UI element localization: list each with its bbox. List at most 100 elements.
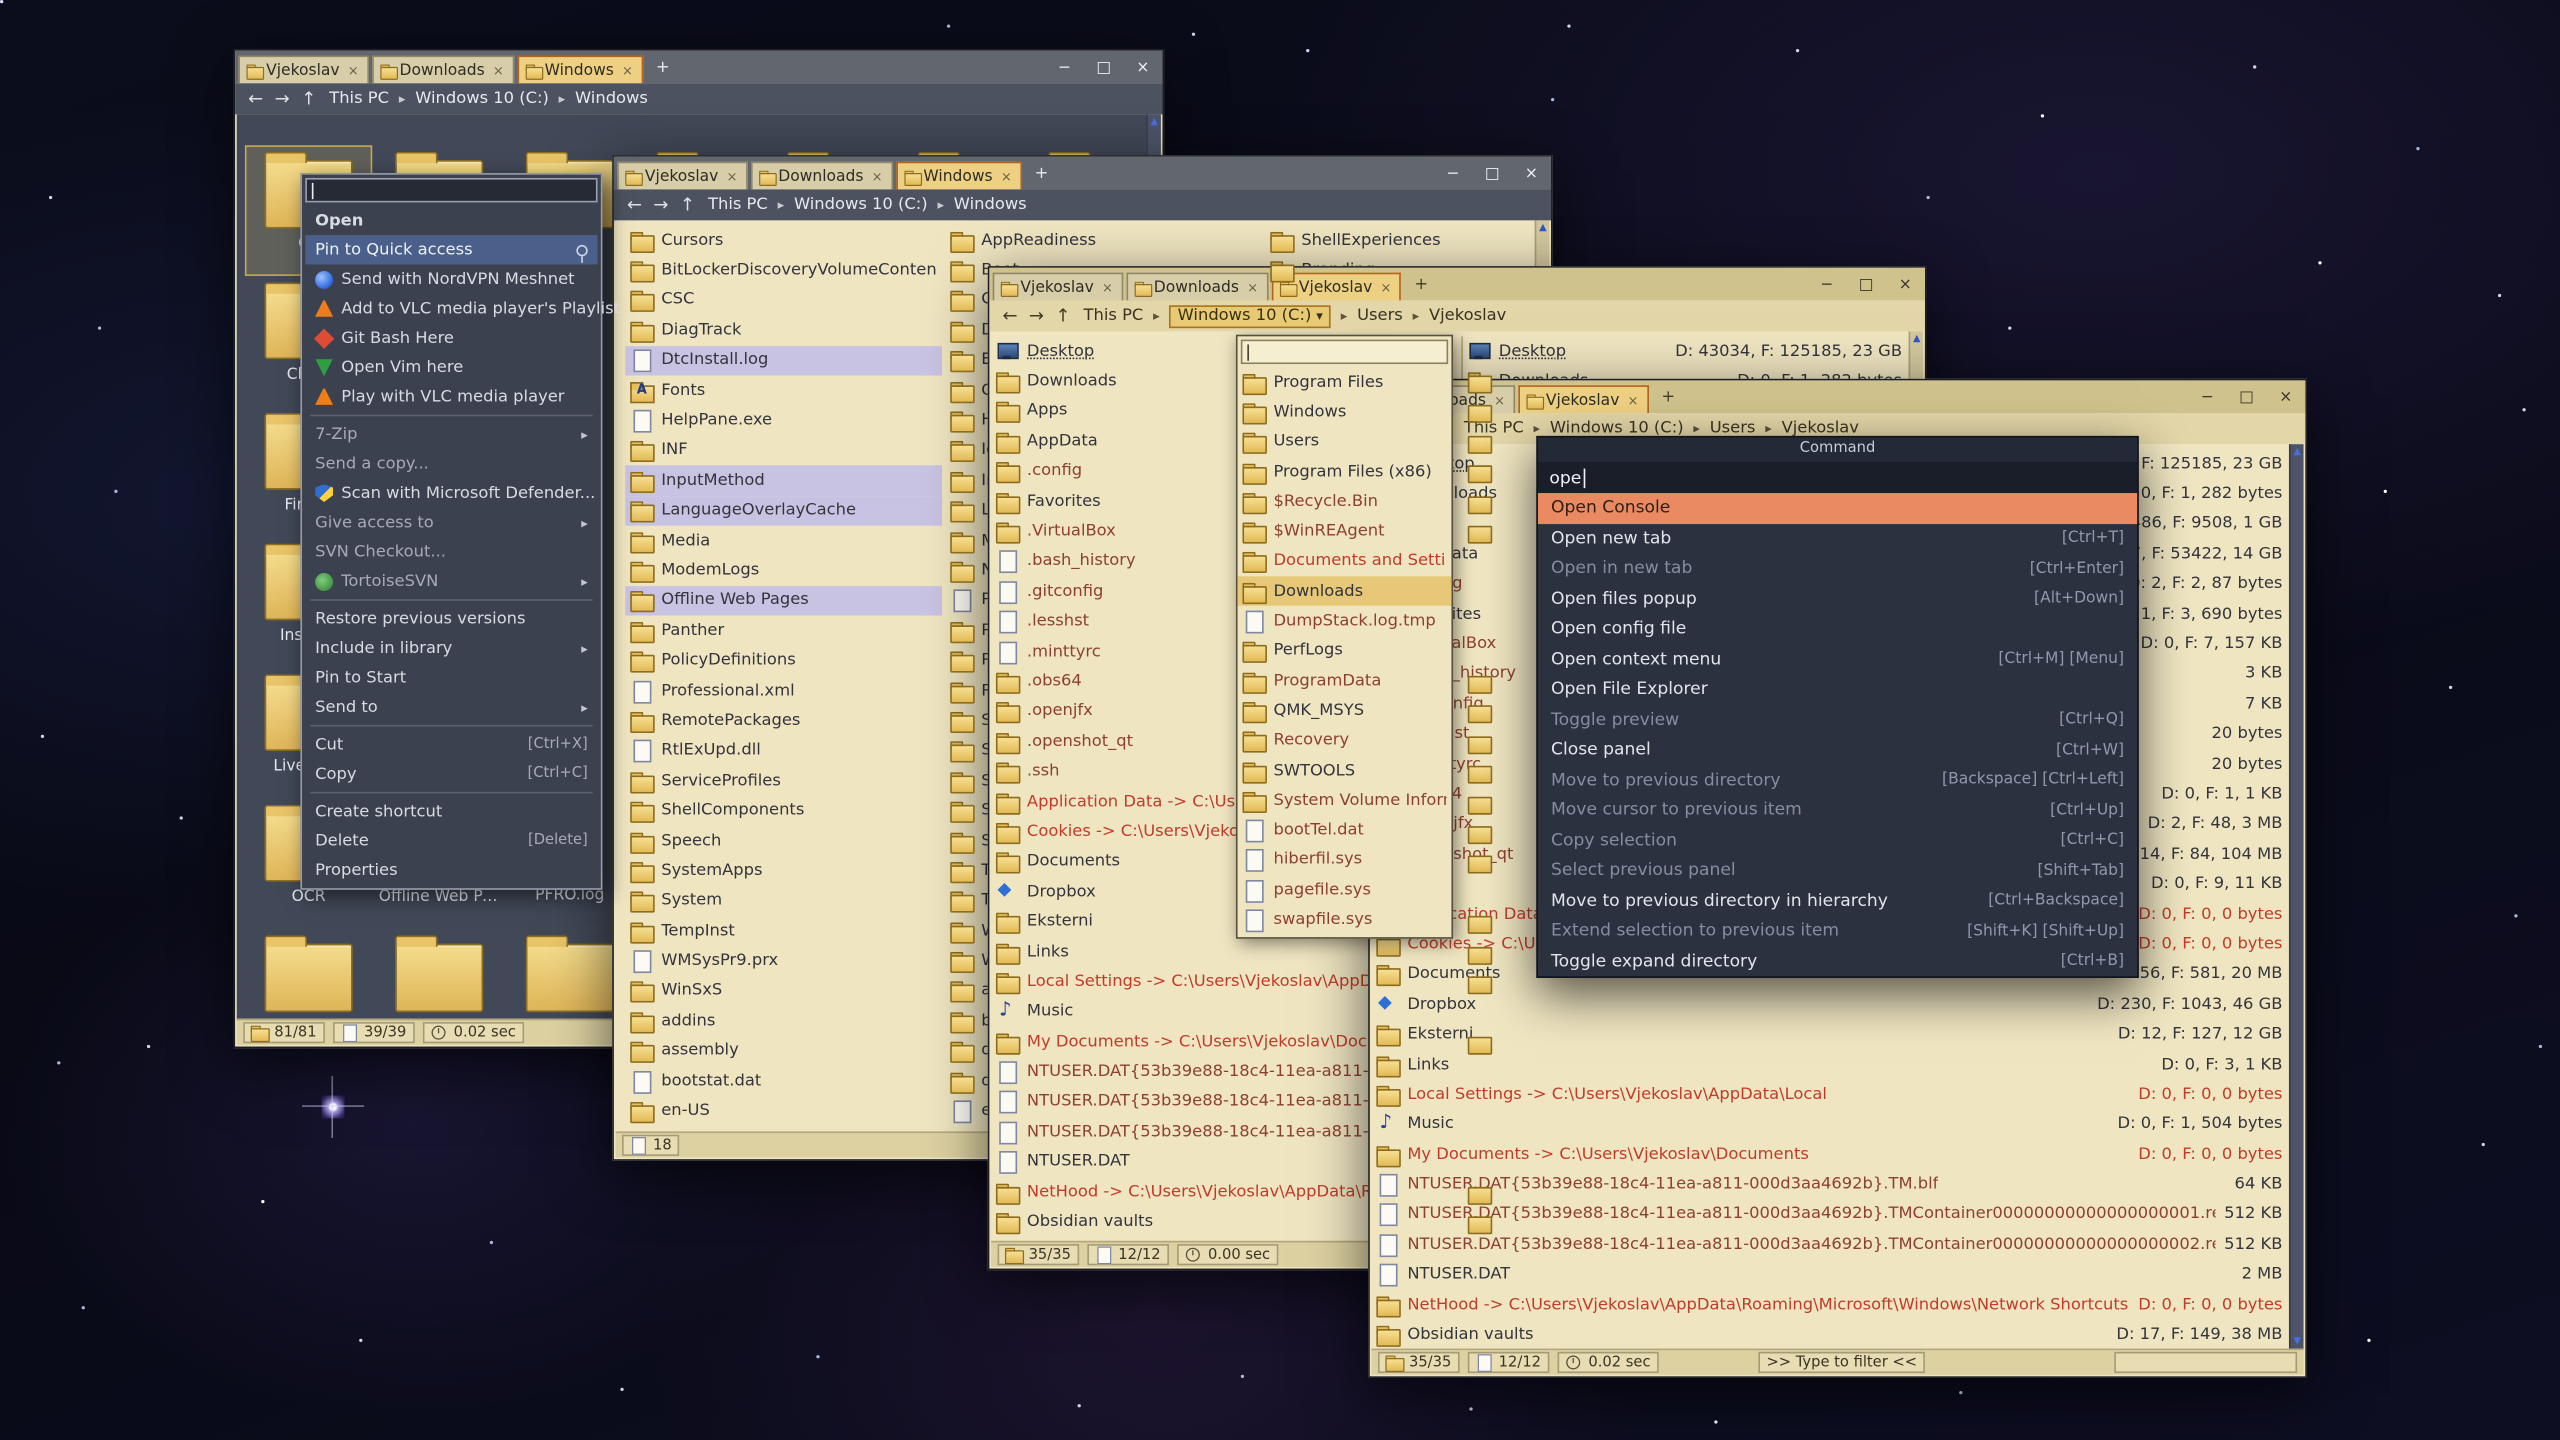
tab-close-icon[interactable]: × — [727, 169, 738, 184]
titlebar[interactable]: Vjekoslav×Downloads×Vjekoslav×+ −□× — [989, 268, 1925, 301]
menu-item-7-zip[interactable]: 7-Zip▸ — [305, 420, 597, 449]
palette-item-toggle-preview[interactable]: Toggle preview[Ctrl+Q] — [1538, 704, 2137, 734]
popup-item[interactable]: hiberfil.sys — [1238, 845, 1452, 875]
file-row[interactable]: Panther — [625, 616, 942, 646]
file-row[interactable]: HelpPane.exe — [625, 405, 942, 435]
palette-item-open-console[interactable]: Open Console — [1538, 493, 2137, 523]
menu-item-svn-checkout[interactable]: SVN Checkout... — [305, 537, 597, 566]
file-row[interactable]: NetHood -> C:\Users\Vjekoslav\AppData\Ro… — [1371, 1290, 2287, 1320]
palette-item-close-panel[interactable]: Close panel[Ctrl+W] — [1538, 735, 2137, 765]
popup-item[interactable]: System Volume Information — [1238, 786, 1452, 816]
breadcrumb-this-pc[interactable]: This PC — [329, 90, 389, 108]
scroll-up-icon[interactable]: ▲ — [1539, 220, 1547, 235]
palette-item-open-file-explorer[interactable]: Open File Explorer — [1538, 674, 2137, 704]
tab-close-icon[interactable]: × — [1102, 280, 1113, 295]
palette-item-open-in-new-tab[interactable]: Open in new tab[Ctrl+Enter] — [1538, 553, 2137, 583]
file-row[interactable]: NTUSER.DAT{53b39e88-18c4-11ea-a811-000d3… — [1371, 1200, 2287, 1230]
palette-item-toggle-expand-directory[interactable]: Toggle expand directory[Ctrl+B] — [1538, 946, 2137, 976]
titlebar[interactable]: Vjekoslav×Downloads×Windows×+ −□× — [235, 51, 1162, 84]
breadcrumb-this-pc[interactable]: This PC — [708, 196, 768, 214]
menu-item-open-vim-here[interactable]: Open Vim here — [305, 353, 597, 382]
palette-item-open-new-tab[interactable]: Open new tab[Ctrl+T] — [1538, 523, 2137, 553]
file-row[interactable]: RtlExUpd.dll — [625, 736, 942, 766]
breadcrumb-windows[interactable]: Windows — [954, 196, 1027, 214]
nav-back-button[interactable]: ← — [1002, 305, 1017, 326]
tab-close-icon[interactable]: × — [348, 63, 359, 78]
file-row[interactable]: assembly — [625, 1036, 942, 1066]
tab-close-icon[interactable]: × — [622, 63, 633, 78]
window-maximize-button[interactable]: □ — [1847, 275, 1886, 293]
tab-close-icon[interactable]: × — [1494, 393, 1505, 408]
file-row[interactable]: InputMethod — [625, 466, 942, 496]
window-minimize-button[interactable]: − — [2188, 388, 2227, 406]
menu-item-give-access-to[interactable]: Give access to▸ — [305, 508, 597, 537]
window-close-button[interactable]: × — [1512, 164, 1551, 182]
menu-item-properties[interactable]: Properties — [305, 856, 597, 885]
popup-item[interactable]: DumpStack.log.tmp — [1238, 606, 1452, 636]
breadcrumb-this-pc[interactable]: This PC — [1084, 307, 1144, 325]
nav-back-button[interactable]: ← — [248, 88, 263, 109]
palette-item-open-files-popup[interactable]: Open files popup[Alt+Down] — [1538, 584, 2137, 614]
breadcrumb-vjekoslav[interactable]: Vjekoslav — [1429, 307, 1506, 325]
menu-item-send-to[interactable]: Send to▸ — [305, 692, 597, 721]
file-row[interactable]: WinSxS — [625, 976, 942, 1006]
breadcrumb-vjekoslav[interactable]: Vjekoslav — [1782, 420, 1859, 438]
nav-forward-button[interactable]: → — [653, 194, 668, 215]
filter-hint-input[interactable]: >> Type to filter << — [1758, 1352, 1925, 1373]
desktop-grid-item[interactable]: Polic... — [247, 931, 371, 1019]
scroll-up-icon[interactable]: ▲ — [1151, 114, 1159, 129]
popup-item[interactable]: Recovery — [1238, 726, 1452, 756]
tab-vjekoslav[interactable]: Vjekoslav× — [1518, 385, 1648, 413]
scrollbar[interactable]: ▲ ▼ — [2289, 444, 2304, 1348]
file-row[interactable]: DropboxD: 230, F: 1043, 46 GB — [1371, 989, 2287, 1019]
file-row[interactable]: SystemApps — [625, 856, 942, 886]
file-row[interactable]: DiagTrack — [625, 315, 942, 345]
menu-item-restore-previous-versions[interactable]: Restore previous versions — [305, 604, 597, 633]
breadcrumb-windows-10-c[interactable]: Windows 10 (C:) — [415, 90, 549, 108]
window-close-button[interactable]: × — [1886, 275, 1925, 293]
file-row[interactable]: LanguageOverlayCache — [625, 496, 942, 526]
breadcrumb-users[interactable]: Users — [1357, 307, 1403, 325]
menu-item-include-in-library[interactable]: Include in library▸ — [305, 633, 597, 662]
window-close-button[interactable]: × — [2266, 388, 2305, 406]
breadcrumb-windows[interactable]: Windows — [575, 90, 648, 108]
breadcrumb-windows-10-c[interactable]: Windows 10 (C:)▾ — [1169, 304, 1330, 327]
file-row[interactable]: Cursors — [625, 225, 942, 255]
file-row[interactable]: NTUSER.DAT2 MB — [1371, 1260, 2287, 1290]
file-row[interactable]: ModemLogs — [625, 556, 942, 586]
nav-back-button[interactable]: ← — [627, 194, 642, 215]
file-row[interactable]: ShellExperiences — [1265, 225, 1526, 255]
popup-item[interactable]: pagefile.sys — [1238, 875, 1452, 905]
menu-item-copy[interactable]: Copy[Ctrl+C] — [305, 759, 597, 788]
file-row[interactable]: DtcInstall.log — [625, 345, 942, 375]
scroll-down-icon[interactable]: ▼ — [2293, 1334, 2301, 1349]
file-row[interactable]: bootstat.dat — [625, 1066, 942, 1096]
tab-downloads[interactable]: Downloads× — [372, 56, 514, 84]
file-row[interactable]: Professional.xml — [625, 676, 942, 706]
file-row[interactable]: Media — [625, 526, 942, 556]
palette-item-move-to-previous-directory[interactable]: Move to previous directory[Backspace] [C… — [1538, 765, 2137, 795]
palette-item-select-previous-panel[interactable]: Select previous panel[Shift+Tab] — [1538, 856, 2137, 886]
breadcrumb-windows-10-c[interactable]: Windows 10 (C:) — [794, 196, 928, 214]
window-minimize-button[interactable]: − — [1807, 275, 1846, 293]
menu-item-cut[interactable]: Cut[Ctrl+X] — [305, 730, 597, 759]
menu-item-open[interactable]: Open — [305, 206, 597, 235]
popup-item[interactable]: Program Files (x86) — [1238, 457, 1452, 487]
palette-item-extend-selection-to-previous-item[interactable]: Extend selection to previous item[Shift+… — [1538, 916, 2137, 946]
menu-item-create-shortcut[interactable]: Create shortcut — [305, 797, 597, 826]
nav-up-button[interactable]: ↑ — [301, 88, 316, 109]
nav-up-button[interactable]: ↑ — [1055, 305, 1070, 326]
scroll-up-icon[interactable]: ▲ — [1913, 331, 1921, 346]
palette-item-copy-selection[interactable]: Copy selection[Ctrl+C] — [1538, 825, 2137, 855]
tab-close-icon[interactable]: × — [1381, 280, 1392, 295]
rename-input[interactable] — [305, 178, 597, 202]
file-row[interactable]: INF — [625, 435, 942, 465]
file-row[interactable]: AFonts — [625, 375, 942, 405]
popup-item[interactable]: swapfile.sys — [1238, 905, 1452, 935]
tab-close-icon[interactable]: × — [493, 63, 504, 78]
menu-item-git-bash-here[interactable]: Git Bash Here — [305, 323, 597, 352]
popup-item[interactable]: QMK_MSYS — [1238, 696, 1452, 726]
popup-item[interactable]: Users — [1238, 427, 1452, 457]
breadcrumb-users[interactable]: Users — [1710, 420, 1756, 438]
tab-windows[interactable]: Windows× — [517, 56, 643, 84]
